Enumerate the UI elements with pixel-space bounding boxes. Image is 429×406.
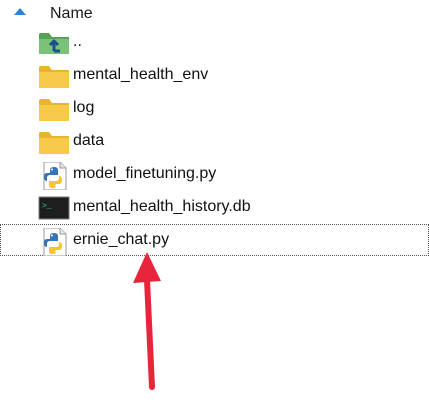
annotation-arrow-icon [133,252,161,390]
